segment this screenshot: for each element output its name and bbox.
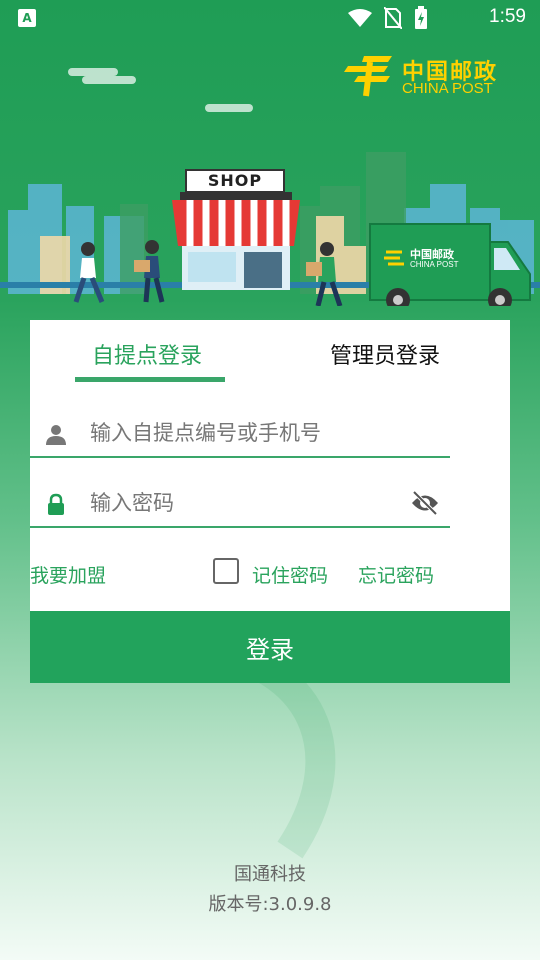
company-name: 国通科技 [234, 864, 306, 885]
status-bar: A 1:59 [0, 0, 540, 36]
username-input[interactable] [90, 414, 400, 452]
shop-sign: SHOP [207, 171, 263, 190]
logo-text-en: CHINA POST [402, 80, 493, 97]
user-icon [46, 425, 66, 445]
tab-self-pickup-login[interactable]: 自提点登录 [92, 338, 202, 370]
china-post-emblem-icon [344, 56, 392, 97]
remember-password-label[interactable]: 记住密码 [252, 561, 328, 588]
china-post-logo: 中国邮政 CHINA POST [344, 52, 514, 102]
app-version: 版本号:3.0.9.8 [208, 894, 332, 915]
remember-password-checkbox[interactable] [213, 558, 239, 584]
no-sim-icon [384, 7, 402, 29]
status-time: 1:59 [489, 6, 526, 27]
status-icons [348, 6, 428, 30]
eye-hidden-icon[interactable] [410, 490, 440, 516]
wifi-icon [348, 9, 372, 27]
tab-admin-login[interactable]: 管理员登录 [330, 338, 440, 370]
password-input[interactable] [90, 484, 400, 522]
truck-logo-en: CHINA POST [410, 260, 459, 269]
app-notification-icon: A [18, 9, 36, 27]
password-field [30, 478, 450, 528]
active-tab-indicator [75, 377, 225, 382]
lock-icon [48, 493, 64, 515]
username-field [30, 408, 450, 458]
forgot-password-link[interactable]: 忘记密码 [358, 561, 434, 588]
login-button[interactable]: 登录 [30, 611, 510, 683]
join-link[interactable]: 我要加盟 [30, 561, 106, 588]
battery-charging-icon [415, 6, 427, 29]
